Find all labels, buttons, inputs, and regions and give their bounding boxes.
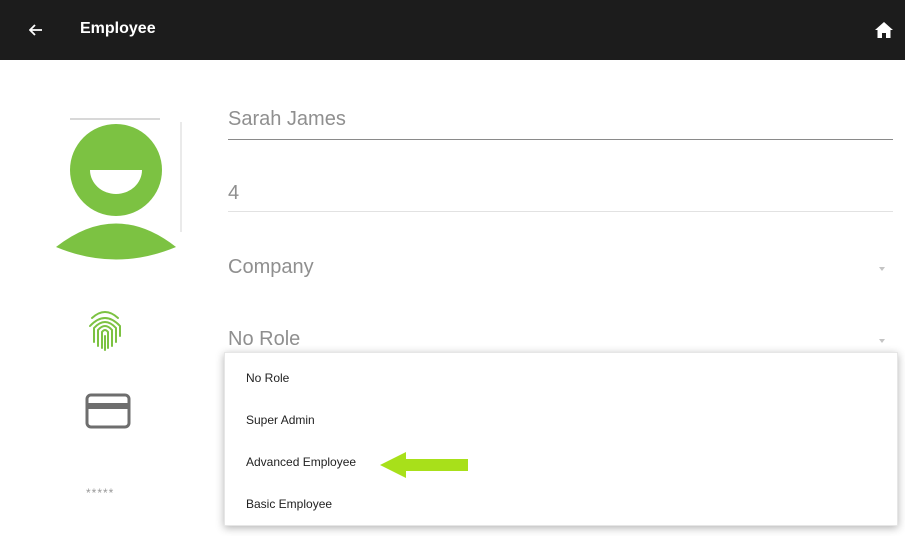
chevron-down-icon: [879, 267, 885, 271]
role-option-advanced-employee[interactable]: Advanced Employee: [225, 441, 897, 481]
role-option-label: Basic Employee: [246, 497, 333, 511]
id-value: 4: [228, 182, 240, 204]
employee-avatar[interactable]: [52, 112, 182, 267]
avatar-divider: [70, 118, 160, 120]
avatar-divider-vertical: [180, 122, 182, 232]
chevron-down-icon: [879, 339, 885, 343]
id-field[interactable]: 4: [228, 182, 893, 212]
card-button[interactable]: [84, 392, 132, 430]
arrow-left-icon: [29, 24, 42, 36]
app-bar: Employee: [0, 0, 905, 60]
pin-masked-value[interactable]: *****: [86, 486, 114, 500]
role-option-basic-employee[interactable]: Basic Employee: [225, 483, 897, 523]
fingerprint-button[interactable]: [84, 306, 126, 352]
person-avatar-icon: [56, 124, 176, 260]
home-icon: [875, 22, 893, 38]
company-placeholder: Company: [228, 256, 314, 278]
credit-card-icon: [85, 393, 131, 429]
fingerprint-icon: [89, 311, 121, 351]
home-button[interactable]: [872, 18, 896, 42]
name-value: Sarah James: [228, 108, 346, 130]
role-option-no-role[interactable]: No Role: [225, 357, 897, 397]
highlight-arrow-icon: [380, 452, 468, 478]
id-underline: [228, 211, 893, 212]
role-option-label: No Role: [246, 371, 290, 385]
name-field[interactable]: Sarah James: [228, 108, 893, 140]
role-option-label: Advanced Employee: [246, 455, 357, 469]
role-option-super-admin[interactable]: Super Admin: [225, 399, 897, 439]
name-underline: [228, 139, 893, 140]
role-option-label: Super Admin: [246, 413, 315, 427]
role-dropdown-menu: No Role Super Admin Advanced Employee Ba…: [224, 352, 898, 526]
back-button[interactable]: [24, 18, 48, 42]
role-value: No Role: [228, 328, 301, 350]
company-select[interactable]: Company: [228, 256, 893, 286]
page-title: Employee: [80, 20, 156, 37]
